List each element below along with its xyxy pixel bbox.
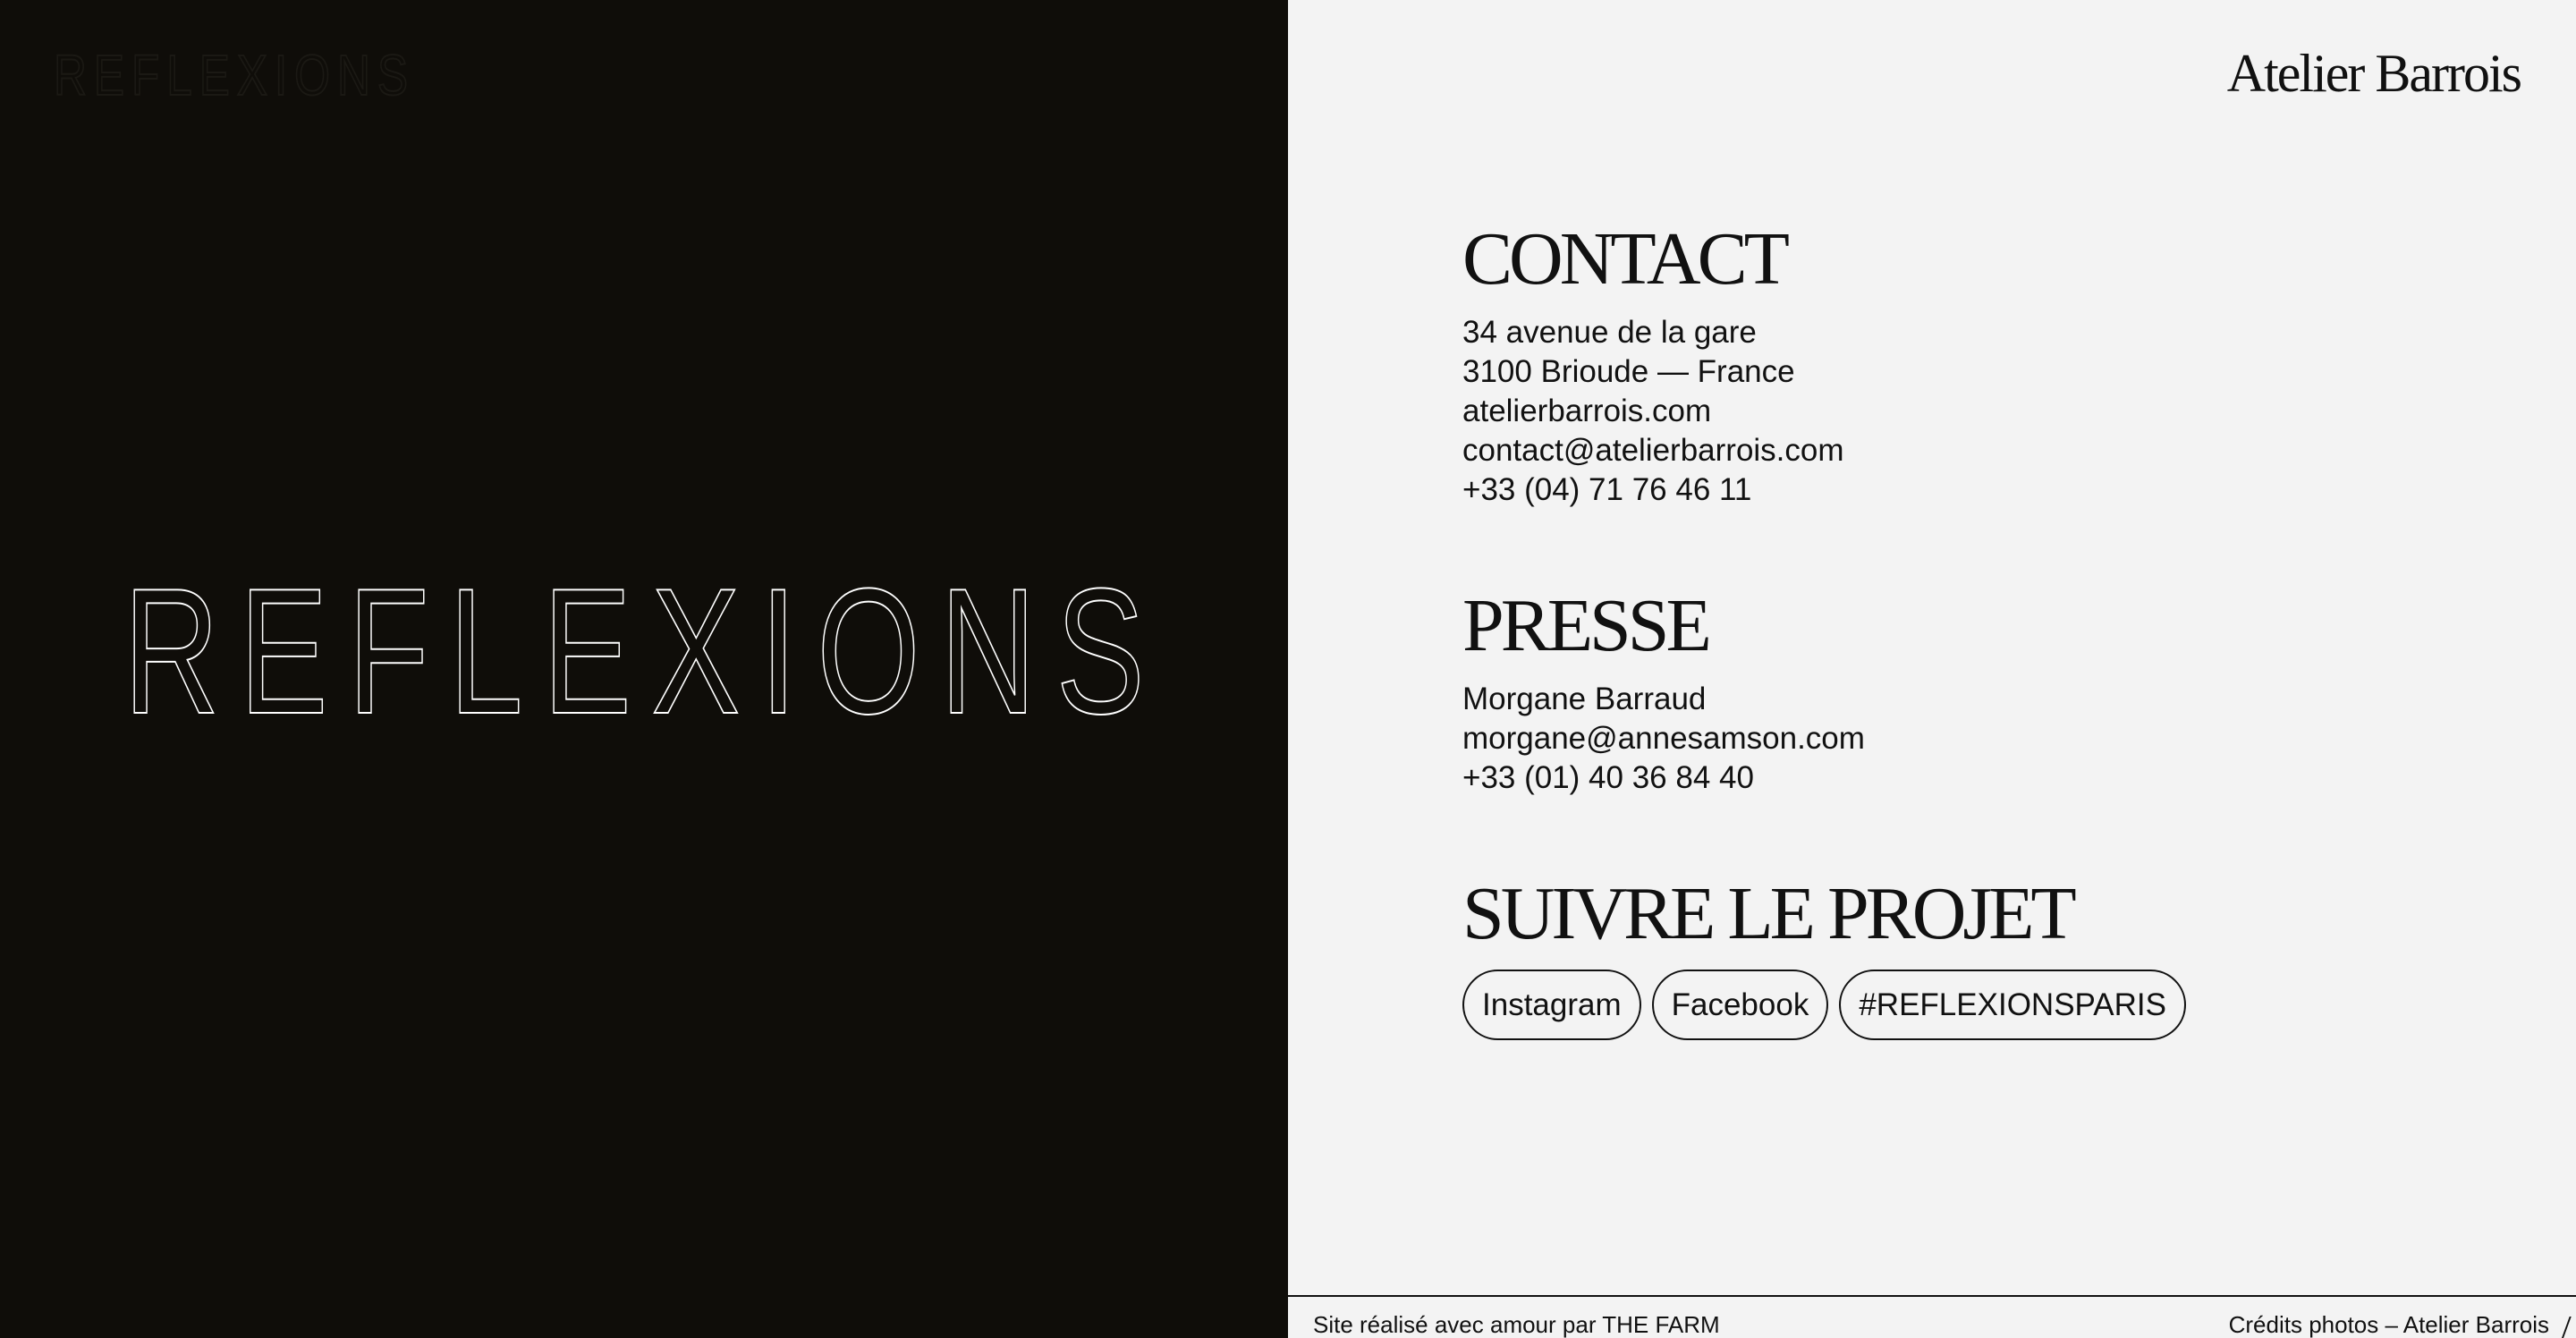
footer-photo-credits: Crédits photos – Atelier Barrois — [2228, 1311, 2549, 1338]
svg-text:REFLEXIONS: REFLEXIONS — [123, 552, 1165, 751]
presse-section: PRESSE Morgane Barraud morgane@annesamso… — [1462, 589, 1865, 798]
hashtag-button[interactable]: #REFLEXIONSPARIS — [1839, 970, 2186, 1040]
contact-address-line: 34 avenue de la gare — [1462, 315, 1757, 350]
social-links: Instagram Facebook #REFLEXIONSPARIS — [1462, 970, 2186, 1040]
contact-email-link[interactable]: contact@atelierbarrois.com — [1462, 431, 1844, 470]
contact-phone-link[interactable]: +33 (04) 71 76 46 11 — [1462, 470, 1844, 510]
presse-title: PRESSE — [1462, 584, 1712, 667]
presse-email-link[interactable]: morgane@annesamson.com — [1462, 719, 1865, 758]
slash-mark-icon — [2561, 1317, 2576, 1338]
reflexions-logo-small[interactable]: REFLEXIONS — [53, 41, 429, 108]
footer: Site réalisé avec amour par THE FARM Cré… — [1288, 1295, 2576, 1338]
instagram-button[interactable]: Instagram — [1462, 970, 1641, 1040]
footer-credit-link[interactable]: Site réalisé avec amour par THE FARM — [1313, 1311, 1720, 1338]
reflexions-logo-hero: REFLEXIONS — [123, 551, 1139, 752]
svg-text:REFLEXIONS: REFLEXIONS — [54, 43, 415, 107]
left-panel: REFLEXIONS REFLEXIONS — [0, 0, 1288, 1338]
contact-section: CONTACT 34 avenue de la gare 3100 Brioud… — [1462, 222, 1844, 510]
facebook-button[interactable]: Facebook — [1651, 970, 1829, 1040]
presse-contact-name: Morgane Barraud — [1462, 682, 1707, 716]
contact-website-link[interactable]: atelierbarrois.com — [1462, 392, 1844, 431]
follow-section: SUIVRE LE PROJET Instagram Facebook #REF… — [1462, 876, 2186, 1040]
follow-title: SUIVRE LE PROJET — [1462, 872, 2077, 955]
brand-logo[interactable]: Atelier Barrois — [2227, 43, 2522, 105]
presse-details: Morgane Barraud morgane@annesamson.com +… — [1462, 680, 1865, 798]
contact-city-line: 3100 Brioude — France — [1462, 354, 1795, 389]
right-panel: Atelier Barrois CONTACT 34 avenue de la … — [1288, 0, 2576, 1338]
contact-details: 34 avenue de la gare 3100 Brioude — Fran… — [1462, 313, 1844, 510]
presse-phone-link[interactable]: +33 (01) 40 36 84 40 — [1462, 758, 1865, 798]
contact-title: CONTACT — [1462, 217, 1790, 301]
